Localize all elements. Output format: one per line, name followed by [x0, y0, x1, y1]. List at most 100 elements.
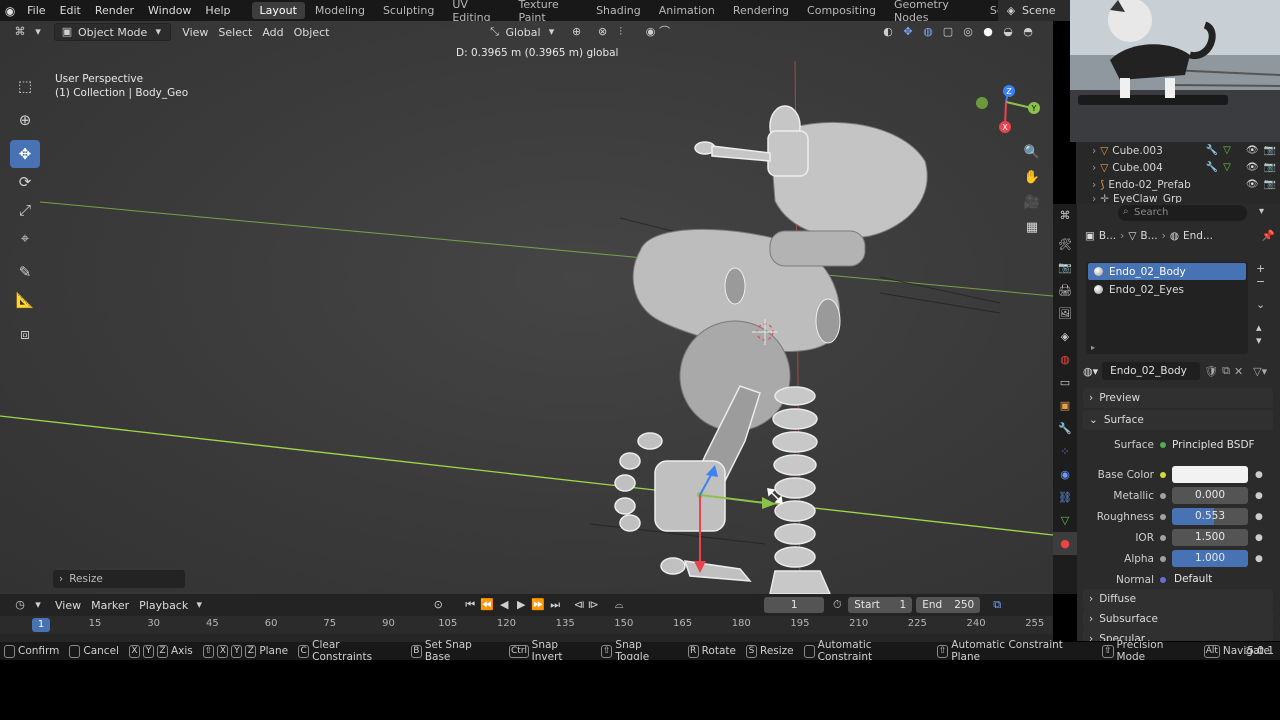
timeline-view-icon[interactable]: ⧉: [990, 598, 1004, 612]
keyframe-dot-icon[interactable]: ●: [1255, 533, 1263, 543]
node-link-icon[interactable]: ▽▾: [1253, 365, 1267, 378]
eye-icon[interactable]: 👁: [1246, 162, 1259, 173]
menu-help[interactable]: Help: [198, 4, 237, 17]
rotate-tool[interactable]: ⟳: [10, 168, 40, 196]
data-tab-icon[interactable]: ▽: [1053, 509, 1077, 532]
timeline-menu-marker[interactable]: Marker: [86, 596, 134, 614]
scale-tool[interactable]: ⤢: [10, 196, 40, 224]
panel-preview[interactable]: › Preview: [1083, 388, 1273, 408]
last-operator-panel[interactable]: › Resize: [53, 570, 185, 588]
zoom-icon[interactable]: 🔍: [1020, 140, 1044, 164]
move-slot-down-button[interactable]: ▾: [1256, 334, 1270, 347]
unlink-material-icon[interactable]: ✕: [1234, 365, 1243, 378]
workspace-tab-rendering[interactable]: Rendering: [725, 2, 797, 19]
overlay-toggle-icon[interactable]: ◍: [921, 25, 935, 39]
select-box-tool[interactable]: ⬚: [10, 72, 40, 100]
modifier-tab-icon[interactable]: 🔧: [1053, 417, 1077, 440]
workspace-tab-layout[interactable]: Layout: [251, 2, 305, 19]
gizmo-toggle-icon[interactable]: ✥: [901, 25, 915, 39]
properties-search-input[interactable]: Search: [1118, 205, 1247, 221]
viewport-menu-add[interactable]: Add: [257, 23, 288, 41]
measure-tool[interactable]: 📐: [10, 286, 40, 314]
slot-specials-button[interactable]: ⌄: [1256, 298, 1270, 311]
menu-render[interactable]: Render: [88, 4, 141, 17]
base-color-swatch[interactable]: [1172, 466, 1248, 483]
navigation-gizmo[interactable]: Z Y X: [972, 80, 1044, 140]
world-tab-icon[interactable]: ◍: [1053, 348, 1077, 371]
workspace-tab-shading[interactable]: Shading: [588, 2, 649, 19]
viewport-menu-object[interactable]: Object: [289, 23, 335, 41]
timeline-menu-view[interactable]: View: [50, 596, 86, 614]
cursor-tool[interactable]: ⊕: [10, 106, 40, 134]
object-tab-icon[interactable]: ▣: [1053, 394, 1077, 417]
scene-selector[interactable]: ◈ Scene: [998, 0, 1070, 21]
outliner-row[interactable]: › ✛ EyeClaw_Grp: [1076, 193, 1280, 203]
material-browse-icon[interactable]: ◍▾: [1083, 365, 1098, 378]
snap-target-icon[interactable]: ⫶: [614, 25, 628, 39]
blender-logo-icon[interactable]: ◉: [0, 4, 20, 18]
rendered-shading-icon[interactable]: ◓: [1021, 25, 1035, 39]
jump-end-icon[interactable]: ⏭: [548, 598, 562, 612]
pivot-icon[interactable]: ⊕: [570, 25, 584, 39]
editor-type-button[interactable]: ⌘ ▾: [8, 23, 50, 41]
jump-start-icon[interactable]: ⏮: [463, 598, 477, 612]
panel-diffuse[interactable]: › Diffuse: [1083, 589, 1273, 609]
keyframe-prev-icon[interactable]: ⧏: [572, 598, 586, 612]
solid-shading-icon[interactable]: ●: [981, 25, 995, 39]
camera-view-icon[interactable]: 🎥: [1020, 190, 1044, 214]
outliner-row[interactable]: › ▽ Cube.003 🔧 ▽ 👁 📷: [1076, 142, 1280, 159]
physics-tab-icon[interactable]: ◉: [1053, 463, 1077, 486]
viewport-menu-view[interactable]: View: [177, 23, 213, 41]
editor-type-icon[interactable]: ⌘: [1053, 204, 1077, 227]
outliner-row[interactable]: › ⟆ Endo-02_Prefab 👁 📷: [1076, 176, 1280, 193]
normal-field[interactable]: Default: [1172, 571, 1248, 588]
stopwatch-icon[interactable]: ⏱: [830, 598, 844, 612]
scene-tab-icon[interactable]: ◈: [1053, 325, 1077, 348]
material-slot-item[interactable]: Endo_02_Eyes: [1088, 281, 1246, 298]
timeline-ruler[interactable]: 1 15 30 45 60 75 90 105 120 135 150 165 180 195 210 225…: [0, 616, 1053, 634]
keyframe-dot-icon[interactable]: ●: [1255, 554, 1263, 564]
workspace-tab-sculpting[interactable]: Sculpting: [375, 2, 442, 19]
chevron-right-icon[interactable]: ›: [1092, 179, 1096, 191]
metallic-slider[interactable]: 0.000: [1172, 487, 1248, 504]
keyframe-next-icon[interactable]: ⧐: [586, 598, 600, 612]
alpha-slider[interactable]: 1.000: [1172, 550, 1248, 567]
play-icon[interactable]: ▶: [514, 598, 528, 612]
menu-file[interactable]: File: [20, 4, 52, 17]
current-frame-field[interactable]: 1: [764, 597, 825, 613]
add-cube-tool[interactable]: ⧈: [10, 320, 40, 348]
3d-viewport[interactable]: [0, 21, 1053, 594]
xray-icon[interactable]: ▢: [941, 25, 955, 39]
record-icon[interactable]: ⊙: [431, 598, 445, 612]
pan-hand-icon[interactable]: ✋: [1020, 165, 1044, 189]
keyframe-dot-icon[interactable]: ●: [1255, 470, 1263, 480]
expand-arrow-icon[interactable]: ▸: [1091, 343, 1095, 352]
chevron-right-icon[interactable]: ›: [1092, 162, 1096, 174]
auto-keying-icon[interactable]: ⌓: [612, 598, 626, 612]
material-name-field[interactable]: Endo_02_Body: [1102, 362, 1201, 380]
eye-icon[interactable]: 👁: [1246, 145, 1259, 156]
transform-tool[interactable]: ⌖: [10, 224, 40, 252]
surface-shader-field[interactable]: Principled BSDF: [1172, 439, 1255, 451]
material-shading-icon[interactable]: ◒: [1001, 25, 1015, 39]
timeline-editor-type-button[interactable]: ◷ ▾: [8, 596, 50, 614]
snap-icon[interactable]: ⊗: [596, 25, 610, 39]
timeline-menu-playback[interactable]: Playback ▾: [134, 596, 211, 614]
camera-icon[interactable]: 📷: [1264, 179, 1276, 190]
transform-orientation-dropdown[interactable]: ⤡ Global ▾: [482, 23, 563, 41]
chevron-down-icon[interactable]: ▾: [1259, 206, 1264, 217]
play-reverse-icon[interactable]: ◀: [497, 598, 511, 612]
view-layer-tab-icon[interactable]: 🖼: [1053, 302, 1077, 325]
visibility-icon[interactable]: ◐: [881, 25, 895, 39]
remove-slot-button[interactable]: −: [1256, 275, 1270, 288]
jump-keyframe-forward-icon[interactable]: ⏩: [531, 598, 545, 612]
ior-slider[interactable]: 1.500: [1172, 529, 1248, 546]
keyframe-dot-icon[interactable]: ●: [1255, 512, 1263, 522]
workspace-tab-compositing[interactable]: Compositing: [799, 2, 884, 19]
camera-icon[interactable]: 📷: [1264, 162, 1276, 173]
chevron-right-icon[interactable]: ›: [1092, 193, 1096, 203]
camera-icon[interactable]: 📷: [1264, 145, 1276, 156]
wireframe-shading-icon[interactable]: ◎: [961, 25, 975, 39]
fake-user-icon[interactable]: 🛡: [1204, 365, 1218, 378]
object-mode-dropdown[interactable]: ▣ Object Mode ▾: [54, 23, 172, 41]
